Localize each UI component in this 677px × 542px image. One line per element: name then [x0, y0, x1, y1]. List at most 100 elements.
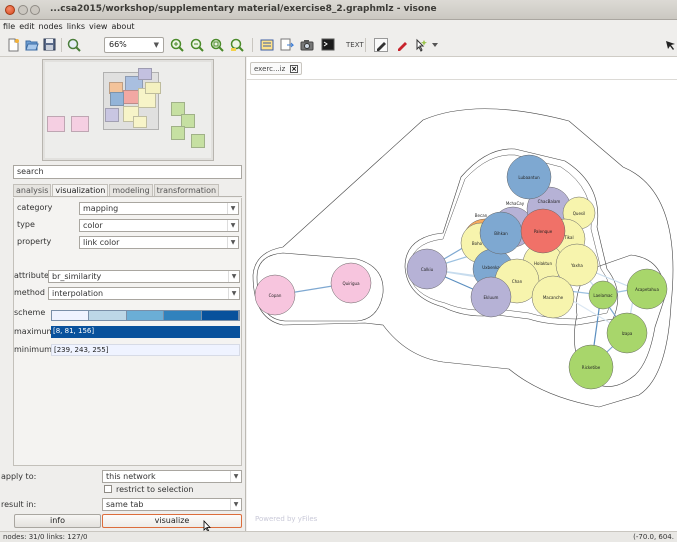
menu-edit[interactable]: edit — [19, 20, 34, 33]
zoom-icon[interactable] — [67, 37, 82, 52]
result-in-select[interactable]: same tab ▼ — [102, 498, 242, 511]
restrict-checkbox[interactable] — [104, 485, 112, 493]
restrict-label: restrict to selection — [116, 485, 194, 494]
overview-node — [133, 116, 147, 128]
minimize-window-icon[interactable] — [18, 5, 28, 15]
result-in-label: result in: — [1, 500, 37, 509]
node-label-izapa: Izapa — [622, 331, 633, 336]
scheme-swatch — [126, 311, 165, 320]
maximum-label: maximum — [14, 327, 55, 336]
zoom-selection-icon[interactable] — [230, 37, 245, 52]
menu-bar: file edit nodes links view about — [0, 20, 677, 33]
category-select[interactable]: mapping ▼ — [79, 202, 239, 215]
tab-bar: analysis visualization modeling transfor… — [13, 184, 242, 197]
overview-node — [123, 90, 139, 104]
new-file-icon[interactable] — [6, 37, 21, 52]
category-value: mapping — [83, 204, 119, 213]
zoom-fit-icon[interactable] — [210, 37, 225, 52]
method-row: method interpolation ▼ — [14, 287, 242, 300]
node-label-tikal: Tikal — [563, 235, 573, 240]
node-label-uxbenka: Uxbenka — [482, 265, 500, 270]
toolbar-divider — [252, 38, 253, 52]
color-scheme-bar[interactable] — [51, 310, 240, 321]
scheme-swatch — [52, 311, 90, 320]
chevron-down-icon: ▼ — [228, 288, 239, 299]
info-button[interactable]: info — [14, 514, 101, 528]
tab-transformation[interactable]: transformation — [153, 184, 220, 196]
export-icon[interactable] — [279, 37, 294, 52]
camera-icon[interactable] — [299, 37, 314, 52]
maximize-window-icon[interactable] — [30, 5, 40, 15]
node-label-quirigua: Quirigua — [342, 281, 360, 286]
left-panel: search analysis visualization modeling t… — [0, 57, 246, 533]
status-coordinates: (-70.0, 604. — [633, 533, 674, 541]
properties-icon[interactable] — [259, 37, 274, 52]
overview-node — [145, 82, 161, 94]
overview-map[interactable] — [42, 59, 214, 161]
tab-analysis[interactable]: analysis — [13, 184, 52, 196]
red-pencil-icon[interactable] — [394, 37, 409, 52]
node-label-chan: Chan — [512, 279, 523, 284]
menu-view[interactable]: view — [89, 20, 107, 33]
property-row: property link color ▼ — [14, 236, 242, 249]
apply-to-select[interactable]: this network ▼ — [102, 470, 242, 483]
attribute-value: br_similarity — [52, 272, 102, 281]
category-row: category mapping ▼ — [14, 202, 242, 215]
overview-node — [105, 108, 119, 122]
tab-visualization[interactable]: visualization — [52, 184, 109, 196]
overview-node — [47, 116, 65, 132]
select-cursor-icon[interactable] — [413, 37, 428, 52]
maximum-color-field[interactable]: [8, 81, 156] — [51, 326, 240, 338]
visualization-panel: category mapping ▼ type color ▼ property… — [13, 198, 242, 466]
chevron-down-icon: ▼ — [153, 41, 159, 49]
scheme-swatch — [164, 311, 202, 320]
close-window-icon[interactable] — [5, 5, 15, 15]
title-bar: ...csa2015/workshop/supplementary materi… — [0, 0, 677, 20]
type-select[interactable]: color ▼ — [79, 219, 239, 232]
more-arrow-icon[interactable] — [431, 37, 439, 52]
overview-node — [138, 68, 152, 80]
node-label-calkiu: Calkiu — [421, 267, 434, 272]
node-label-copan: Copan — [269, 293, 282, 298]
attribute-label: attribute — [14, 271, 49, 280]
tab-modeling[interactable]: modeling — [109, 184, 153, 196]
zoom-select[interactable]: 66% ▼ — [104, 37, 164, 53]
menu-nodes[interactable]: nodes — [39, 20, 63, 33]
type-label: type — [17, 220, 35, 229]
node-label-chacbalam: ChacBalam — [538, 199, 561, 204]
text-tool-label[interactable]: TEXT — [346, 41, 364, 49]
zoom-value: 66% — [109, 40, 127, 49]
node-label-acapetahua: Acapetahua — [635, 287, 659, 292]
apply-to-label: apply to: — [1, 472, 37, 481]
terminal-icon[interactable] — [320, 37, 335, 52]
visualize-button[interactable]: visualize — [102, 514, 242, 528]
apply-section: apply to: this network ▼ restrict to sel… — [0, 468, 246, 533]
cursor-pointer-icon[interactable] — [663, 37, 677, 52]
minimum-label: minimum — [14, 345, 52, 354]
method-select[interactable]: interpolation ▼ — [48, 287, 240, 300]
overview-canvas — [45, 62, 211, 158]
menu-links[interactable]: links — [67, 20, 85, 33]
category-label: category — [17, 203, 53, 212]
node-label-quesil: Quesil — [573, 211, 585, 216]
node-label-holaktun: Holaktun — [534, 261, 552, 266]
overview-node — [171, 126, 185, 140]
search-input[interactable]: search — [13, 165, 242, 179]
property-select[interactable]: link color ▼ — [79, 236, 239, 249]
pencil-icon[interactable] — [373, 37, 388, 52]
menu-file[interactable]: file — [3, 20, 15, 33]
graph-canvas[interactable]: exerc...iz × Copan Quirigua Calkiu Becan… — [247, 57, 677, 531]
attribute-select[interactable]: br_similarity ▼ — [48, 270, 240, 283]
toolbar: 66% ▼ TEXT — [0, 33, 677, 57]
zoom-out-icon[interactable] — [190, 37, 205, 52]
node-label-lubaantun: Lubaantun — [518, 175, 540, 180]
minimum-color-field[interactable]: [239, 243, 255] — [51, 344, 240, 356]
overview-node — [71, 116, 89, 132]
save-icon[interactable] — [42, 37, 57, 52]
menu-about[interactable]: about — [111, 20, 134, 33]
network-graph[interactable]: Copan Quirigua Calkiu Becan MchaCay Chac… — [247, 57, 677, 531]
overview-node — [191, 134, 205, 148]
zoom-in-icon[interactable] — [170, 37, 185, 52]
open-file-icon[interactable] — [24, 37, 39, 52]
node-label-bihkan: Bihkan — [494, 231, 508, 236]
